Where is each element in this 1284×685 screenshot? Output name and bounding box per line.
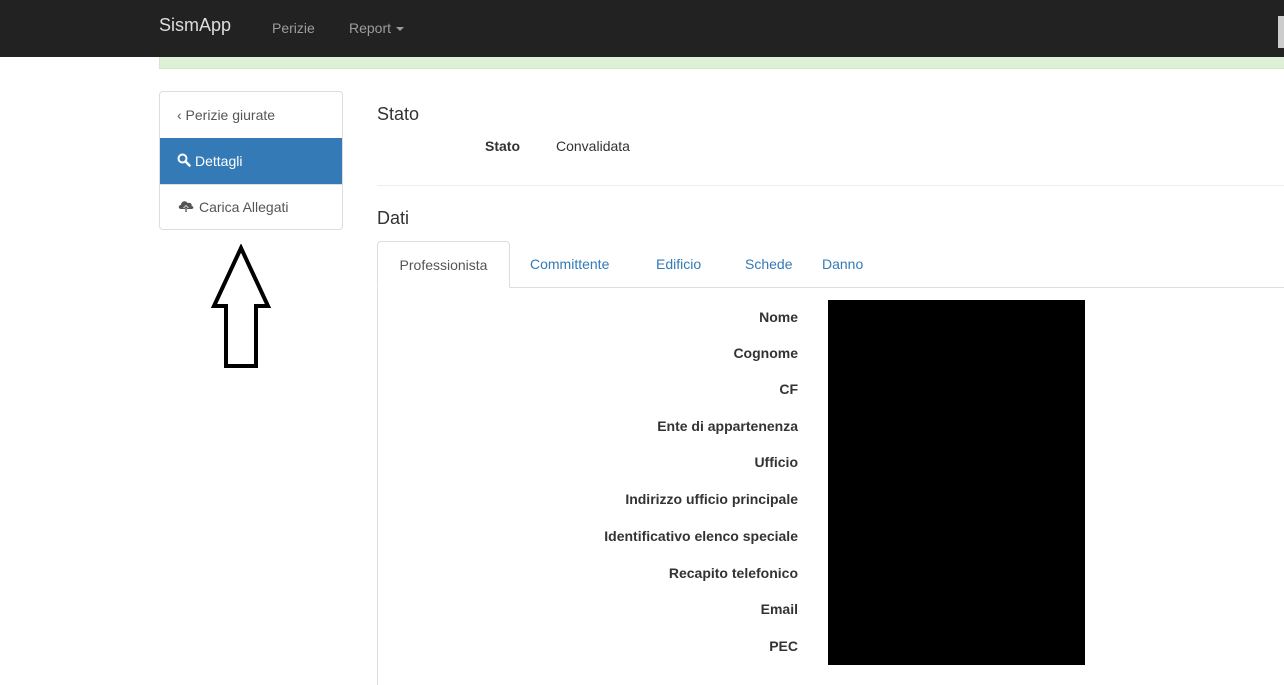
sidebar-item-dettagli[interactable]: Dettagli [160, 138, 342, 184]
sidebar-item-label: Carica Allegati [199, 199, 289, 215]
nav-dropdown-report[interactable]: Report [349, 20, 405, 36]
sidebar-nav: ‹ Perizie giurate Dettagli Carica Allega… [159, 91, 343, 230]
stato-value: Convalidata [556, 138, 630, 154]
section-title-stato: Stato [377, 104, 420, 124]
sidebar-item-label: Dettagli [195, 153, 243, 169]
field-label-cf: CF [779, 381, 798, 397]
sidebar-item-carica-allegati[interactable]: Carica Allegati [160, 184, 342, 229]
navbar-edge-element [1278, 16, 1284, 48]
field-label-ufficio: Ufficio [754, 454, 798, 470]
tab-committente[interactable]: Committente [530, 241, 609, 288]
field-label-nome: Nome [759, 309, 798, 325]
sidebar-item-perizie-giurate[interactable]: ‹ Perizie giurate [160, 92, 342, 138]
cloud-upload-icon [177, 186, 195, 229]
field-label-recapito: Recapito telefonico [668, 565, 798, 581]
tab-schede[interactable]: Schede [745, 241, 792, 288]
stato-label: Stato [485, 138, 520, 154]
tab-edificio[interactable]: Edificio [656, 241, 701, 288]
section-title-dati: Dati [377, 208, 410, 228]
nav-link-perizie[interactable]: Perizie [272, 20, 315, 36]
success-alert [159, 57, 1284, 69]
field-label-identificativo: Identificativo elenco speciale [604, 528, 798, 544]
redacted-values-block [828, 300, 1085, 665]
top-navbar: SismApp Perizie Report [0, 0, 1284, 57]
sidebar-item-label: ‹ Perizie giurate [177, 107, 276, 123]
search-icon [177, 139, 191, 185]
brand-link[interactable]: SismApp [159, 15, 231, 36]
nav-report-label: Report [349, 20, 392, 36]
field-label-pec: PEC [769, 638, 798, 654]
up-arrow-annotation-icon [210, 244, 272, 368]
caret-down-icon [396, 27, 405, 32]
field-label-email: Email [760, 601, 798, 617]
tab-content-border [377, 288, 378, 685]
field-label-indirizzo: Indirizzo ufficio principale [625, 491, 798, 507]
tab-professionista[interactable]: Professionista [377, 241, 510, 288]
field-label-ente: Ente di appartenenza [657, 418, 798, 434]
field-label-cognome: Cognome [733, 345, 798, 361]
tab-danno[interactable]: Danno [822, 241, 863, 288]
section-divider [377, 185, 1284, 186]
